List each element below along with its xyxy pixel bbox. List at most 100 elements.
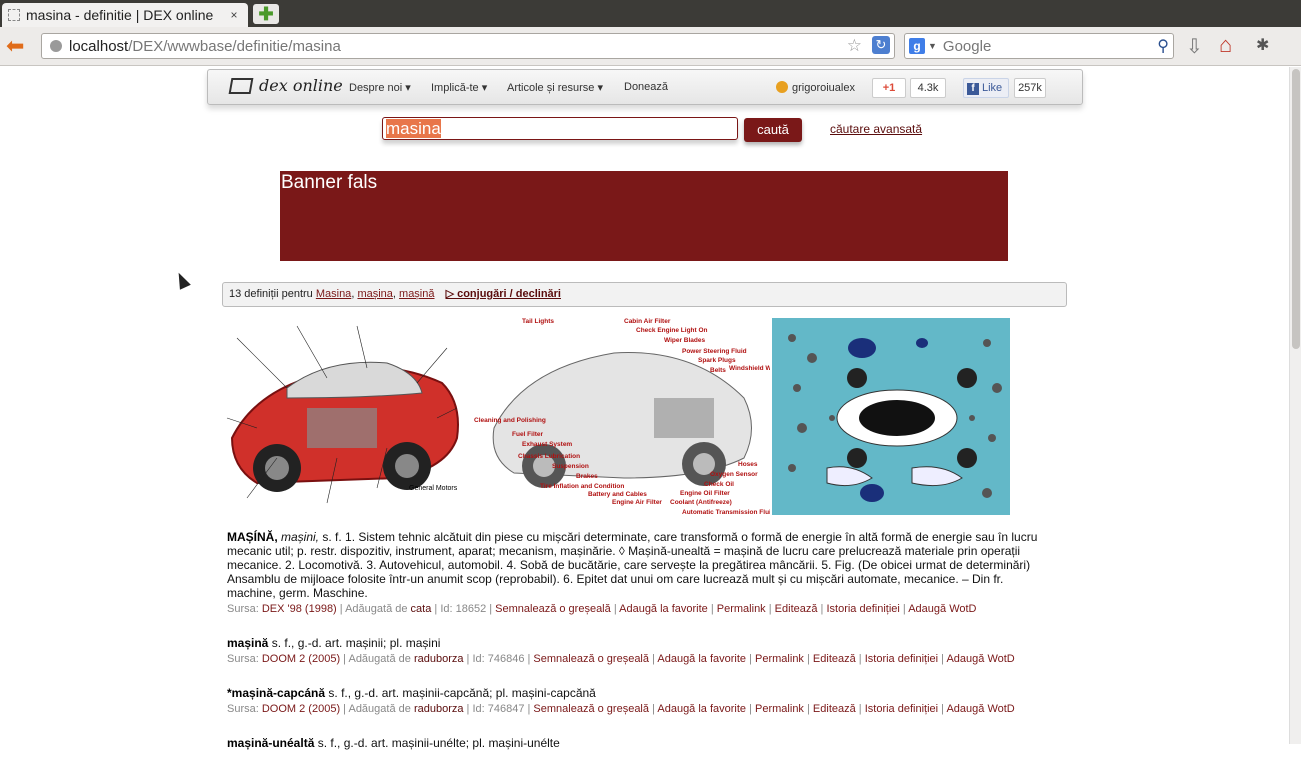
added-by-label: | Adăugată de [343, 653, 414, 665]
google-engine-icon[interactable]: g [909, 38, 925, 54]
action-adaug-la-favorite[interactable]: Adaugă la favorite [657, 653, 749, 665]
added-by-label: | Adăugată de [343, 703, 414, 715]
username: grigoroiualex [792, 82, 855, 94]
diagram-label: Coolant (Antifreeze) [670, 499, 732, 506]
author-link[interactable]: raduborza [414, 703, 467, 715]
car-maintenance-diagram-image[interactable]: Tail Lights Cabin Air Filter Check Engine … [474, 318, 810, 516]
fb-like-count: 257k [1014, 78, 1046, 98]
action-semnaleaz-o-gre-eal-[interactable]: Semnalează o greșeală [533, 703, 652, 715]
action-adaug-la-favorite[interactable]: Adaugă la favorite [657, 703, 749, 715]
diagram-label: Exhaust System [522, 441, 572, 448]
diagram-label: Oxygen Sensor [710, 471, 758, 478]
search-input[interactable]: masina [382, 117, 738, 140]
diagram-label: Brakes [576, 473, 598, 480]
result-link-masina-diacritic[interactable]: mașină [399, 288, 434, 300]
author-link[interactable]: cata [411, 603, 435, 615]
diagram-label: Cabin Air Filter [624, 318, 671, 325]
action-permalink[interactable]: Permalink [755, 653, 807, 665]
definition-id: | Id: 18652 | [434, 603, 496, 615]
action-adaug-wotd[interactable]: Adaugă WotD [946, 653, 1014, 665]
diagram-label: Tail Lights [522, 318, 554, 325]
bookmark-star-icon[interactable]: ☆ [847, 36, 862, 56]
facebook-like-button[interactable]: f Like [963, 78, 1009, 98]
definition-body: s. f. 1. Sistem tehnic alcătuit din pies… [227, 530, 1038, 600]
tab-title: masina - definitie | DEX online [26, 7, 214, 23]
diagram-label: Tire Inflation and Condition [540, 483, 624, 490]
action-semnaleaz-o-gre-eal-[interactable]: Semnalează o greșeală [495, 603, 614, 615]
definition-headword: *mașină-capcánă [227, 686, 326, 700]
menu-despre-noi[interactable]: Despre noi ▾ [349, 81, 411, 94]
diagram-label: Power Steering Fluid [682, 348, 747, 355]
home-icon[interactable]: ⌂ [1219, 32, 1232, 58]
google-plus-button[interactable]: +1 [872, 78, 906, 98]
url-path: /DEX/wwwbase/definitie/masina [128, 37, 341, 55]
definitions-list: MAȘÍNĂ, mașini, s. f. 1. Sistem tehnic a… [227, 530, 1047, 770]
action-semnaleaz-o-gre-eal-[interactable]: Semnalează o greșeală [533, 653, 652, 665]
author-link[interactable]: raduborza [414, 653, 467, 665]
results-count: 13 definiții pentru [229, 288, 313, 300]
address-bar[interactable]: localhost /DEX/wwwbase/definitie/masina … [41, 33, 895, 59]
extension-bug-icon[interactable]: ✱ [1256, 35, 1269, 55]
menu-implica-te[interactable]: Implică-te ▾ [431, 81, 487, 94]
source-link[interactable]: DEX '98 (1998) [262, 603, 340, 615]
action-permalink[interactable]: Permalink [717, 603, 769, 615]
action-istoria-defini-iei[interactable]: Istoria definiției [865, 703, 941, 715]
definition-body: s. f., g.-d. art. mașinii-unélte; pl. ma… [314, 736, 560, 750]
user-menu[interactable]: grigoroiualex [776, 81, 855, 94]
gplus-label: +1 [882, 82, 896, 94]
car-cutaway-image-gm[interactable]: General Motors [217, 318, 472, 515]
search-input-value: masina [386, 119, 441, 138]
browser-tab[interactable]: masina - definitie | DEX online × [2, 3, 248, 27]
action-editeaz-[interactable]: Editează [775, 603, 821, 615]
reload-icon[interactable]: ↻ [872, 36, 890, 54]
results-summary: 13 definiții pentru Masina, mașina, mași… [222, 282, 1067, 307]
search-icon[interactable]: ⚲ [1157, 36, 1169, 56]
source-label: Sursa: [227, 653, 262, 665]
source-link[interactable]: DOOM 2 (2005) [262, 703, 343, 715]
definition-headword: mașină [227, 636, 269, 650]
download-arrow-icon[interactable]: ⇩ [1186, 34, 1203, 59]
advanced-search-link[interactable]: căutare avansată [830, 122, 922, 136]
diagram-label: Cleaning and Polishing [474, 417, 546, 424]
page-scrollbar[interactable] [1289, 67, 1301, 744]
action-adaug-wotd[interactable]: Adaugă WotD [946, 703, 1014, 715]
source-label: Sursa: [227, 703, 262, 715]
disassembled-car-parts-image[interactable] [772, 318, 1010, 515]
action-editeaz-[interactable]: Editează [813, 703, 859, 715]
definition-headword: mașină-unéaltă [227, 736, 315, 750]
browser-search-bar[interactable]: g ▼ Google ⚲ [904, 33, 1174, 59]
action-adaug-wotd[interactable]: Adaugă WotD [908, 603, 976, 615]
new-tab-button[interactable]: ✚ [253, 4, 279, 24]
mouse-cursor-icon [173, 270, 191, 290]
back-arrow-icon[interactable]: ⬅ [6, 35, 24, 57]
dex-logo[interactable]: dex online [228, 76, 343, 95]
menu-doneaza[interactable]: Donează [624, 81, 668, 93]
site-identity-icon[interactable] [50, 40, 62, 52]
action-istoria-defini-iei[interactable]: Istoria definiției [865, 653, 941, 665]
search-placeholder: Google [942, 37, 992, 55]
definition-entry: MAȘÍNĂ, mașini, s. f. 1. Sistem tehnic a… [227, 530, 1047, 616]
menu-articole-resurse[interactable]: Articole și resurse ▾ [507, 81, 603, 94]
diagram-label: Engine Air Filter [612, 499, 662, 506]
conjugations-link[interactable]: ▷ conjugări / declinări [446, 288, 561, 300]
facebook-icon: f [967, 83, 979, 95]
added-by-label: | Adăugată de [339, 603, 411, 615]
result-link-masina[interactable]: Masina [316, 288, 351, 300]
engine-dropdown-icon[interactable]: ▼ [928, 41, 937, 51]
definition-headword: MAȘÍNĂ, [227, 530, 278, 544]
result-link-masina-art[interactable]: mașina [357, 288, 392, 300]
action-permalink[interactable]: Permalink [755, 703, 807, 715]
search-button[interactable]: caută [744, 118, 802, 142]
action-istoria-defini-iei[interactable]: Istoria definiției [826, 603, 902, 615]
action-adaug-la-favorite[interactable]: Adaugă la favorite [619, 603, 711, 615]
definition-text: mașină-unéaltă s. f., g.-d. art. mașinii… [227, 736, 1047, 750]
scrollbar-thumb[interactable] [1292, 69, 1300, 349]
action-editeaz-[interactable]: Editează [813, 653, 859, 665]
diagram-label: Battery and Cables [588, 491, 647, 498]
close-tab-icon[interactable]: × [226, 7, 242, 23]
definition-meta: Sursa: DOOM 2 (2005) | Adăugată de radub… [227, 652, 1047, 666]
source-label: Sursa: [227, 603, 262, 615]
source-link[interactable]: DOOM 2 (2005) [262, 653, 343, 665]
diagram-label: Windshield Washer Lights [729, 365, 770, 372]
site-header: dex online Despre noi ▾ Implică-te ▾ Art… [207, 69, 1083, 105]
